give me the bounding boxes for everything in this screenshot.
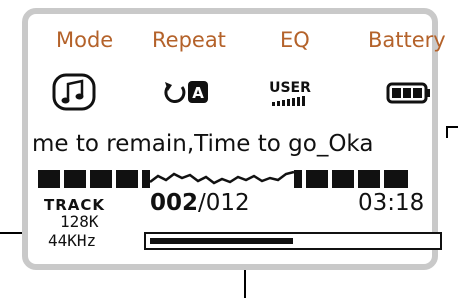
progress-fill xyxy=(150,238,293,244)
bitrate: 128K xyxy=(60,212,99,231)
spectrum-block xyxy=(64,170,86,188)
mode-label: Mode xyxy=(56,28,114,52)
repeat-badge: A xyxy=(192,84,204,102)
sample-rate: 44KHz xyxy=(48,231,97,250)
battery-full-icon xyxy=(384,72,434,112)
eq-user-text: USER xyxy=(269,80,311,96)
eq-user-icon[interactable]: USER xyxy=(262,72,318,112)
repeat-all-icon[interactable]: A xyxy=(160,72,216,112)
spectrum-block xyxy=(90,170,112,188)
playback-progress-bar[interactable] xyxy=(144,232,442,250)
song-title-marquee: me to remain,Time to go_Oka xyxy=(0,131,418,163)
battery-label: Battery xyxy=(368,28,446,52)
eq-label: EQ xyxy=(280,28,310,52)
repeat-label: Repeat xyxy=(152,28,226,52)
music-note-icon[interactable] xyxy=(50,72,98,112)
spectrum-block xyxy=(142,170,150,188)
total-tracks: /012 xyxy=(198,190,250,216)
callout-line-title-vertical xyxy=(446,126,448,138)
spectrum-block xyxy=(38,170,60,188)
spectrum-block xyxy=(294,170,302,188)
waveform-line xyxy=(149,170,295,185)
spectrum-block xyxy=(384,170,408,188)
spectrum-block xyxy=(306,170,328,188)
elapsed-time: 03:18 xyxy=(358,190,425,216)
track-number: 002/012 xyxy=(150,190,250,216)
spectrum-block xyxy=(116,170,138,188)
current-track: 002 xyxy=(150,190,199,216)
song-title-text: me to remain,Time to go_Oka xyxy=(32,131,374,157)
spectrum-block xyxy=(332,170,354,188)
spectrum-visualizer xyxy=(38,168,410,192)
spectrum-block xyxy=(358,170,380,188)
